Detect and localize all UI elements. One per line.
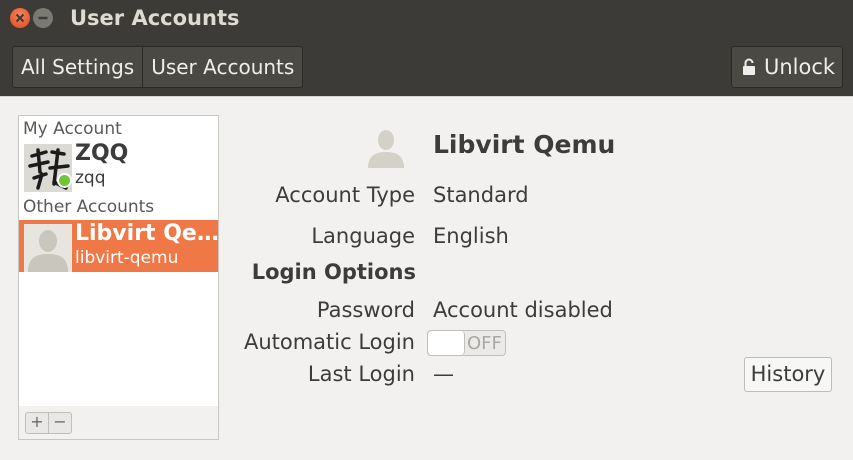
automatic-login-label: Automatic Login xyxy=(243,330,415,354)
default-user-icon xyxy=(24,224,72,272)
switch-state-text: OFF xyxy=(467,333,502,354)
add-remove-group: + − xyxy=(25,412,72,434)
history-button[interactable]: History xyxy=(744,357,832,392)
add-user-button[interactable]: + xyxy=(26,413,49,433)
user-display-name: ZQQ xyxy=(75,141,129,166)
login-options-heading: Login Options xyxy=(251,260,416,284)
user-accounts-window: User Accounts All Settings User Accounts… xyxy=(0,0,853,460)
language-label: Language xyxy=(311,224,415,248)
content-area: My Account ZQQ zqq Other Accounts Libvir… xyxy=(0,96,853,460)
automatic-login-switch[interactable]: OFF xyxy=(427,330,506,356)
password-label: Password xyxy=(316,298,415,322)
unlock-button[interactable]: Unlock xyxy=(731,46,843,88)
online-status-dot xyxy=(57,173,72,188)
avatar xyxy=(24,224,72,272)
user-list: My Account ZQQ zqq Other Accounts Libvir… xyxy=(18,115,219,407)
my-account-heading: My Account xyxy=(23,119,122,139)
last-login-label: Last Login xyxy=(307,362,415,386)
close-window-button[interactable] xyxy=(10,8,30,28)
password-value[interactable]: Account disabled xyxy=(433,298,613,322)
breadcrumb-all-settings[interactable]: All Settings xyxy=(13,47,144,87)
unlock-label: Unlock xyxy=(764,55,836,79)
user-display-name: Libvirt Qe… xyxy=(75,221,219,246)
last-login-value: — xyxy=(433,362,454,386)
language-value[interactable]: English xyxy=(433,224,509,248)
user-picture-icon[interactable] xyxy=(365,126,407,168)
remove-user-button[interactable]: − xyxy=(49,413,71,433)
user-login-name: libvirt-qemu xyxy=(75,248,179,268)
account-type-label: Account Type xyxy=(275,183,415,207)
minimize-icon xyxy=(38,16,48,20)
user-list-toolbar: + − xyxy=(18,406,219,440)
toolbar: All Settings User Accounts Unlock xyxy=(0,38,853,96)
close-icon xyxy=(15,13,25,23)
user-row-libvirt-qemu[interactable]: Libvirt Qe… libvirt-qemu xyxy=(19,220,219,272)
title-bar: User Accounts xyxy=(0,0,853,38)
user-row-zqq[interactable]: ZQQ zqq xyxy=(19,140,218,192)
user-login-name: zqq xyxy=(75,168,106,188)
other-accounts-heading: Other Accounts xyxy=(23,197,155,217)
breadcrumb: All Settings User Accounts xyxy=(12,46,304,88)
breadcrumb-user-accounts[interactable]: User Accounts xyxy=(143,47,302,87)
lock-icon xyxy=(743,58,755,75)
window-title: User Accounts xyxy=(70,6,240,30)
switch-knob xyxy=(428,331,465,355)
account-type-value[interactable]: Standard xyxy=(433,183,529,207)
minimize-window-button[interactable] xyxy=(33,8,53,28)
full-name[interactable]: Libvirt Qemu xyxy=(433,130,615,159)
